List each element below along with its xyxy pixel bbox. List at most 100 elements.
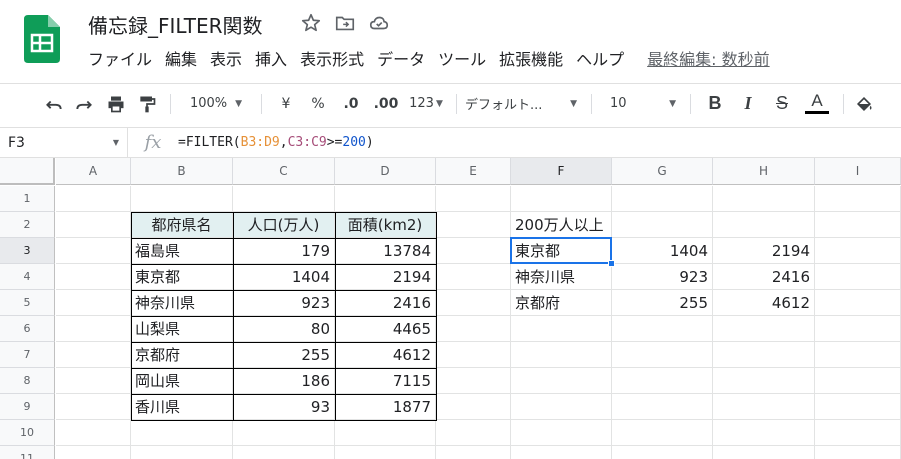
- cell[interactable]: [56, 342, 131, 368]
- cell[interactable]: [713, 316, 815, 342]
- row-header-11[interactable]: 11: [0, 446, 55, 459]
- cell[interactable]: [511, 368, 612, 394]
- cell[interactable]: [815, 212, 901, 238]
- cell[interactable]: [713, 186, 815, 212]
- table-cell[interactable]: 13784: [335, 238, 436, 264]
- cell[interactable]: [612, 446, 713, 459]
- table-cell[interactable]: 179: [233, 238, 335, 264]
- bold-button[interactable]: B: [699, 90, 731, 118]
- cell[interactable]: [436, 316, 511, 342]
- column-header-i[interactable]: I: [815, 158, 901, 185]
- menu-help[interactable]: ヘルプ: [576, 46, 624, 70]
- table-cell[interactable]: 255: [233, 342, 335, 368]
- font-select[interactable]: デフォルト... ▼: [465, 90, 583, 118]
- cell[interactable]: [56, 394, 131, 420]
- move-folder-icon[interactable]: [334, 12, 356, 34]
- filter-result-cell[interactable]: 神奈川県: [511, 264, 612, 290]
- cell[interactable]: [815, 290, 901, 316]
- cell[interactable]: [511, 420, 612, 446]
- select-all-corner[interactable]: [0, 158, 55, 185]
- filter-result-cell[interactable]: 4612: [713, 290, 815, 316]
- filter-result-cell[interactable]: 2416: [713, 264, 815, 290]
- table-cell[interactable]: 186: [233, 368, 335, 394]
- cell[interactable]: [436, 186, 511, 212]
- cell[interactable]: [612, 316, 713, 342]
- cell[interactable]: [56, 368, 131, 394]
- row-header-3[interactable]: 3: [0, 238, 55, 264]
- cell[interactable]: [335, 446, 436, 459]
- row-header-5[interactable]: 5: [0, 290, 55, 316]
- cell[interactable]: [713, 342, 815, 368]
- row-header-8[interactable]: 8: [0, 368, 55, 394]
- paint-format-icon[interactable]: [132, 90, 162, 118]
- print-icon[interactable]: [100, 90, 132, 118]
- column-header-d[interactable]: D: [335, 158, 436, 185]
- cell[interactable]: [131, 420, 233, 446]
- currency-button[interactable]: ¥: [270, 90, 302, 118]
- cell[interactable]: [436, 368, 511, 394]
- row-header-4[interactable]: 4: [0, 264, 55, 290]
- cell[interactable]: [56, 290, 131, 316]
- cell[interactable]: [815, 420, 901, 446]
- percent-button[interactable]: %: [302, 90, 334, 118]
- cell[interactable]: [815, 394, 901, 420]
- cell[interactable]: [56, 238, 131, 264]
- row-header-2[interactable]: 2: [0, 212, 55, 238]
- cell[interactable]: [815, 446, 901, 459]
- cell[interactable]: [612, 342, 713, 368]
- formula-input[interactable]: =FILTER(B3:D9,C3:C9>=200): [178, 135, 374, 150]
- fill-handle[interactable]: [608, 260, 615, 267]
- star-icon[interactable]: [300, 12, 322, 34]
- column-header-a[interactable]: A: [56, 158, 131, 185]
- cell[interactable]: [713, 394, 815, 420]
- table-cell[interactable]: 923: [233, 290, 335, 316]
- redo-icon[interactable]: [68, 90, 100, 118]
- cell[interactable]: [713, 368, 815, 394]
- zoom-select[interactable]: 100% ▼: [179, 90, 253, 118]
- column-header-c[interactable]: C: [233, 158, 335, 185]
- cell[interactable]: [436, 290, 511, 316]
- filter-result-cell[interactable]: 255: [612, 290, 713, 316]
- cell[interactable]: [436, 264, 511, 290]
- filter-result-cell[interactable]: 京都府: [511, 290, 612, 316]
- cell[interactable]: [511, 342, 612, 368]
- menu-view[interactable]: 表示: [210, 46, 242, 70]
- document-title[interactable]: 備忘録_FILTER関数: [88, 10, 263, 39]
- cell[interactable]: [815, 368, 901, 394]
- cell[interactable]: [233, 420, 335, 446]
- table-cell[interactable]: 香川県: [131, 394, 233, 420]
- last-edit-link[interactable]: 最終編集: 数秒前: [647, 46, 769, 70]
- cell[interactable]: [612, 420, 713, 446]
- cell[interactable]: [56, 186, 131, 212]
- menu-tools[interactable]: ツール: [438, 46, 486, 70]
- column-header-e[interactable]: E: [436, 158, 511, 185]
- table-header-cell[interactable]: 面積(km2): [335, 212, 436, 238]
- table-cell[interactable]: 80: [233, 316, 335, 342]
- cell[interactable]: [713, 420, 815, 446]
- cell[interactable]: [56, 264, 131, 290]
- column-header-g[interactable]: G: [612, 158, 713, 185]
- column-header-h[interactable]: H: [713, 158, 815, 185]
- filter-title-cell[interactable]: 200万人以上: [511, 212, 612, 238]
- cell[interactable]: [56, 212, 131, 238]
- cell[interactable]: [612, 212, 713, 238]
- filter-result-cell[interactable]: 923: [612, 264, 713, 290]
- cell[interactable]: [815, 264, 901, 290]
- cell[interactable]: [815, 342, 901, 368]
- italic-button[interactable]: I: [731, 90, 765, 118]
- table-header-cell[interactable]: 人口(万人): [233, 212, 335, 238]
- row-header-6[interactable]: 6: [0, 316, 55, 342]
- cell[interactable]: [612, 368, 713, 394]
- fill-color-icon[interactable]: [852, 90, 876, 118]
- cell[interactable]: [436, 420, 511, 446]
- decrease-decimal-button[interactable]: .0: [334, 90, 368, 118]
- table-cell[interactable]: 京都府: [131, 342, 233, 368]
- table-cell[interactable]: 1877: [335, 394, 436, 420]
- cell[interactable]: [511, 316, 612, 342]
- table-cell[interactable]: 93: [233, 394, 335, 420]
- column-header-b[interactable]: B: [131, 158, 233, 185]
- table-header-cell[interactable]: 都府県名: [131, 212, 233, 238]
- more-formats-select[interactable]: 123 ▼: [404, 90, 448, 118]
- table-cell[interactable]: 2416: [335, 290, 436, 316]
- table-cell[interactable]: 2194: [335, 264, 436, 290]
